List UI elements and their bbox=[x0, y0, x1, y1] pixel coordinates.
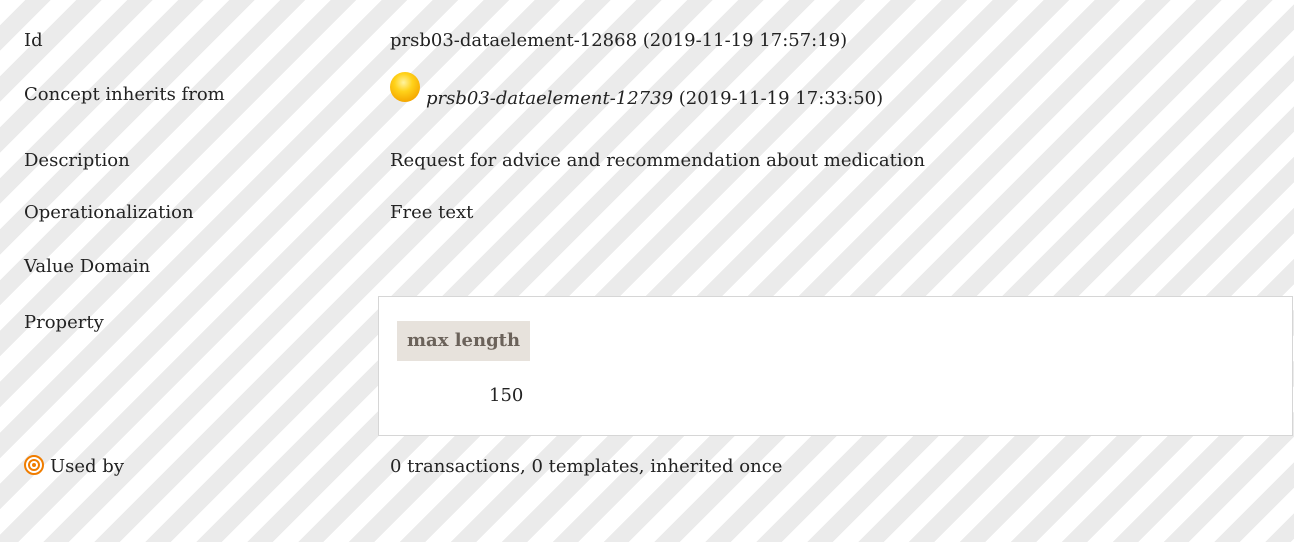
used-by-value: 0 transactions, 0 templates, inherited o… bbox=[390, 456, 783, 477]
used-by-label: Used by bbox=[50, 456, 124, 477]
id-value: prsb03-dataelement-12868 (2019-11-19 17:… bbox=[390, 30, 848, 51]
property-header-max-length: max length bbox=[397, 321, 531, 361]
description-label: Description bbox=[24, 150, 130, 171]
inherits-date: (2019-11-19 17:33:50) bbox=[673, 88, 884, 109]
operationalization-label: Operationalization bbox=[24, 202, 194, 223]
yellow-circle-icon bbox=[390, 72, 420, 102]
target-icon bbox=[24, 455, 44, 475]
description-value: Request for advice and recommendation ab… bbox=[390, 150, 926, 171]
id-label: Id bbox=[24, 30, 43, 51]
operationalization-value: Free text bbox=[390, 202, 474, 223]
used-by-label-wrap: Used by bbox=[24, 455, 124, 477]
inherits-value: prsb03-dataelement-12739 (2019-11-19 17:… bbox=[390, 72, 884, 114]
inherits-link[interactable]: prsb03-dataelement-12739 bbox=[426, 88, 673, 109]
property-value-max-length: 150 bbox=[489, 385, 524, 406]
property-table: max length 150 bbox=[378, 296, 1293, 436]
property-label: Property bbox=[24, 312, 104, 333]
inherits-label: Concept inherits from bbox=[24, 84, 225, 105]
value-domain-label: Value Domain bbox=[24, 256, 151, 277]
